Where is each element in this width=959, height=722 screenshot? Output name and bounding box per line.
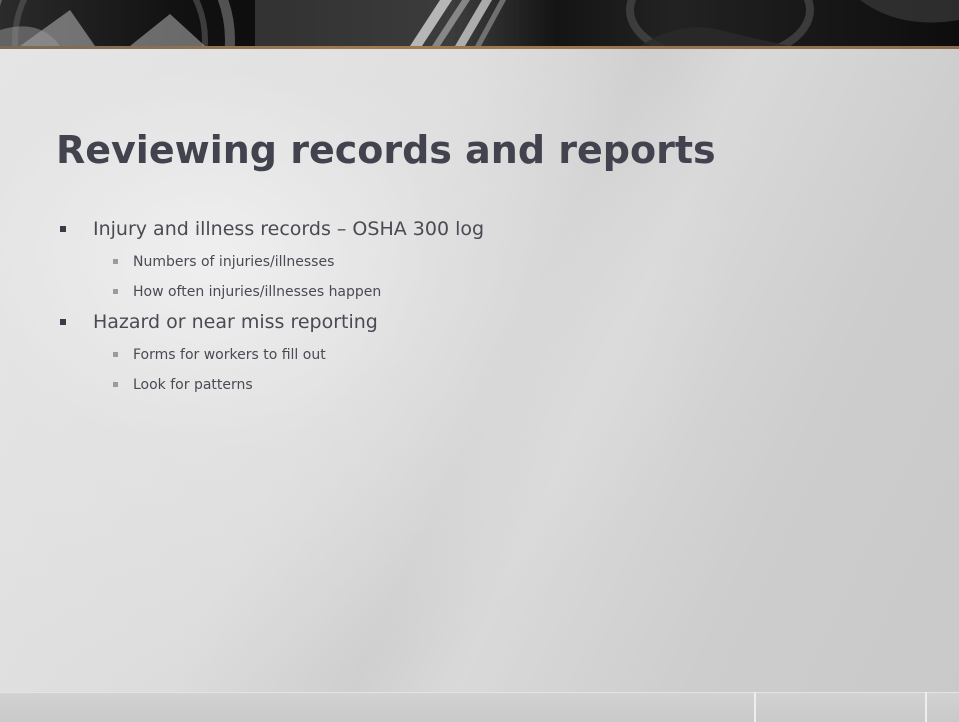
bullet-item: Hazard or near miss reporting [60,309,880,342]
sub-bullet-item: How often injuries/illnesses happen [60,279,880,309]
sub-bullet-item: Forms for workers to fill out [60,342,880,372]
bullet-text: Hazard or near miss reporting [93,311,378,333]
bullet-list: Injury and illness records – OSHA 300 lo… [60,216,880,402]
square-sub-bullet-icon [113,352,118,357]
bullet-item: Injury and illness records – OSHA 300 lo… [60,216,880,249]
banner-accent-line [0,46,959,49]
sub-bullet-text: Look for patterns [133,377,253,393]
square-bullet-icon [60,319,66,325]
slide: Reviewing records and reports Injury and… [0,0,959,722]
sub-bullet-text: Numbers of injuries/illnesses [133,254,335,270]
header-banner-image [0,0,959,46]
square-bullet-icon [60,226,66,232]
sub-bullet-text: Forms for workers to fill out [133,347,326,363]
footer-divider [925,692,927,722]
footer-divider [754,692,756,722]
slide-title: Reviewing records and reports [56,128,716,172]
square-sub-bullet-icon [113,289,118,294]
bullet-text: Injury and illness records – OSHA 300 lo… [93,218,485,240]
banner-photo-graphic [0,0,959,46]
sub-bullet-item: Numbers of injuries/illnesses [60,249,880,279]
square-sub-bullet-icon [113,259,118,264]
sub-bullet-text: How often injuries/illnesses happen [133,284,382,300]
square-sub-bullet-icon [113,382,118,387]
footer-bar [0,692,959,722]
sub-bullet-item: Look for patterns [60,372,880,402]
